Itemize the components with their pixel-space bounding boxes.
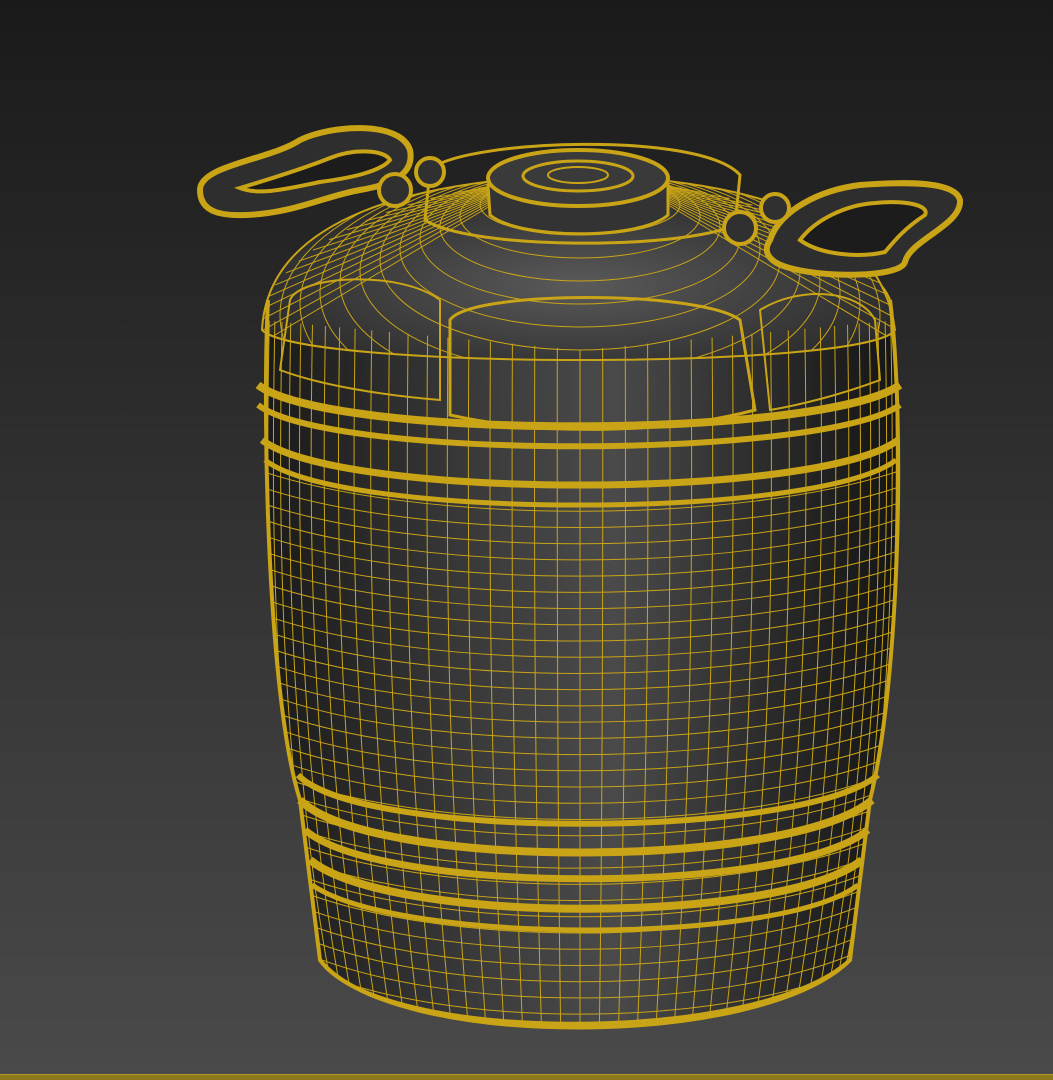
barrel-cap: [486, 148, 670, 236]
barrel-model[interactable]: [0, 0, 1053, 1080]
viewport-bottom-frame: [0, 1074, 1053, 1080]
left-handle: [196, 125, 446, 219]
3d-viewport[interactable]: [0, 0, 1053, 1080]
